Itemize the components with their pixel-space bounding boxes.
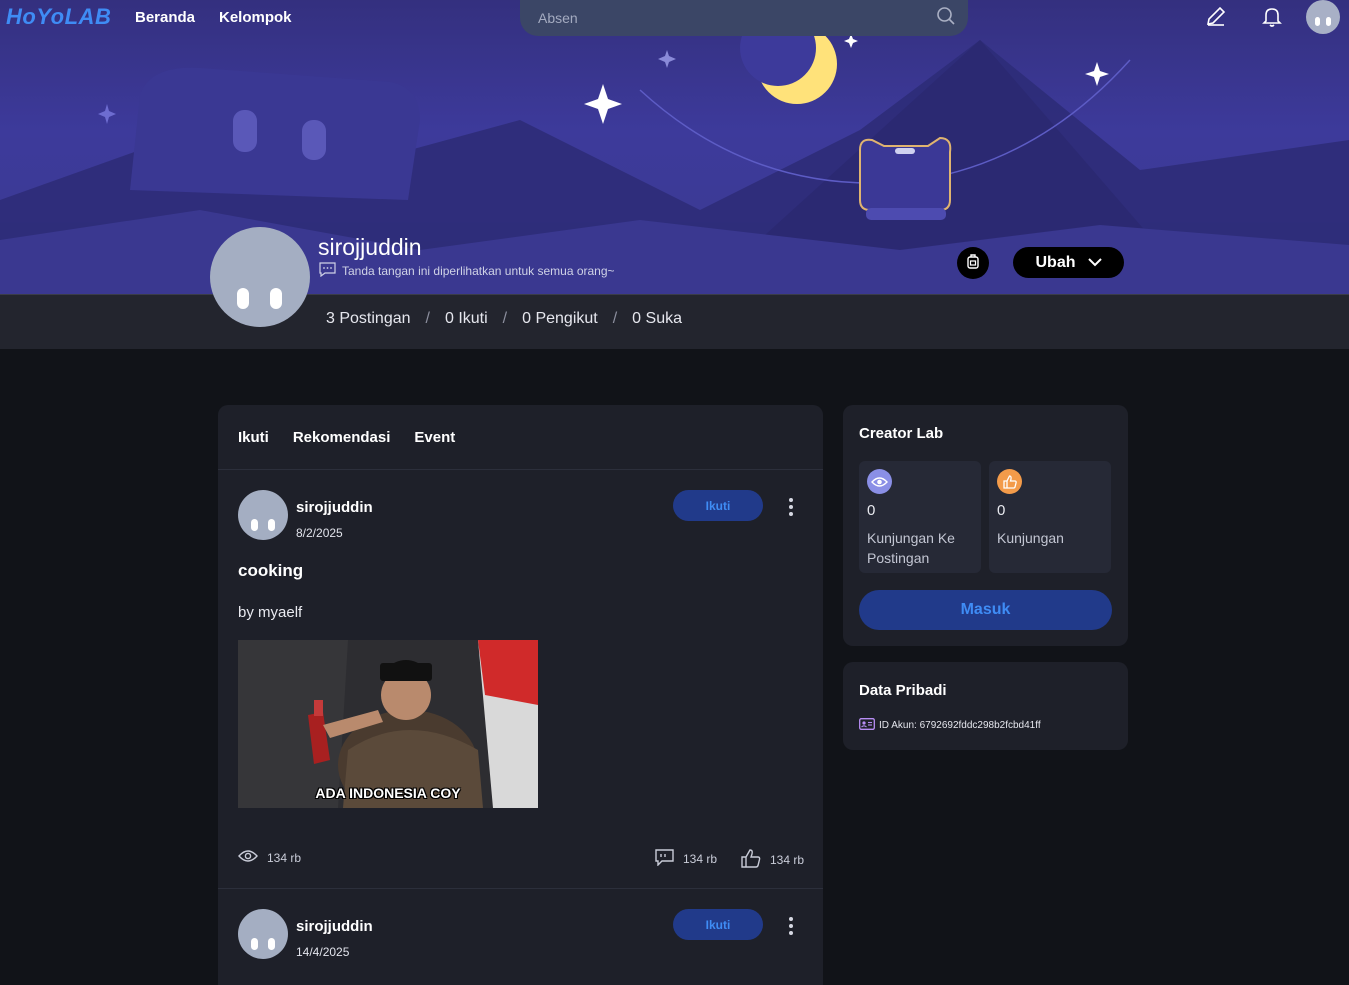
account-id: ID Akun: 6792692fddc298b2fcbd41ff xyxy=(859,718,1041,733)
profile-avatar xyxy=(210,227,310,327)
post-visits-label: Kunjungan Ke Postingan xyxy=(867,530,955,566)
personal-data-card: Data Pribadi ID Akun: 6792692fddc298b2fc… xyxy=(843,662,1128,750)
search-icon[interactable] xyxy=(936,6,956,31)
profile-banner xyxy=(0,0,1349,294)
post-avatar[interactable] xyxy=(238,909,288,959)
eye-icon xyxy=(238,849,258,866)
post-title[interactable]: cooking xyxy=(238,561,303,581)
follow-button[interactable]: Ikuti xyxy=(673,909,763,940)
post-username[interactable]: sirojjuddin xyxy=(296,918,373,935)
nav-link-kelompok[interactable]: Kelompok xyxy=(219,9,292,26)
divider xyxy=(218,469,823,470)
stat-followers[interactable]: 0 Pengikut xyxy=(522,310,598,328)
divider xyxy=(218,888,823,889)
backpack-button[interactable] xyxy=(957,247,989,279)
post-date: 14/4/2025 xyxy=(296,945,350,959)
avatar-eye xyxy=(251,938,258,950)
avatar-eye xyxy=(237,288,249,309)
eye-icon xyxy=(867,469,892,494)
visits-label: Kunjungan xyxy=(997,530,1064,546)
tab-ikuti[interactable]: Ikuti xyxy=(238,429,269,446)
edit-label: Ubah xyxy=(1035,253,1076,271)
meme-illustration xyxy=(238,640,538,808)
stat-separator: / xyxy=(612,310,618,327)
stat-separator: / xyxy=(502,310,508,327)
search-input[interactable] xyxy=(536,7,920,29)
avatar-eye xyxy=(270,288,282,309)
visits-value: 0 xyxy=(997,502,1006,519)
feed-tabs: Ikuti Rekomendasi Event xyxy=(238,429,455,446)
creator-lab-card: Creator Lab 0 Kunjungan Ke Postingan 0 K… xyxy=(843,405,1128,646)
account-id-text[interactable]: ID Akun: 6792692fddc298b2fcbd41ff xyxy=(879,720,1041,731)
comment-icon xyxy=(655,849,674,869)
user-avatar[interactable] xyxy=(1306,0,1340,34)
post-feed: Ikuti Rekomendasi Event sirojjuddin 8/2/… xyxy=(218,405,823,985)
id-card-icon xyxy=(859,718,875,733)
more-options-icon[interactable] xyxy=(786,915,796,937)
post-comments[interactable]: 134 rb xyxy=(655,849,717,869)
meme-caption: ADA INDONESIA COY xyxy=(315,785,461,801)
banner-illustration xyxy=(0,10,1349,294)
post-date: 8/2/2025 xyxy=(296,526,343,540)
profile-signature: Tanda tangan ini diperlihatkan untuk sem… xyxy=(319,262,615,280)
login-button[interactable]: Masuk xyxy=(859,590,1112,630)
comments-count: 134 rb xyxy=(683,852,718,866)
thumb-icon xyxy=(997,469,1022,494)
post-avatar[interactable] xyxy=(238,490,288,540)
chevron-down-icon xyxy=(1087,254,1102,272)
post-image[interactable]: ADA INDONESIA COY xyxy=(238,640,538,808)
edit-profile-button[interactable]: Ubah xyxy=(1013,247,1124,278)
avatar-eye xyxy=(1315,17,1320,26)
avatar-eye xyxy=(268,938,275,950)
avatar-eye xyxy=(1326,17,1331,26)
avatar-eye xyxy=(251,519,258,531)
pencil-icon[interactable] xyxy=(1204,4,1228,33)
tab-rekomendasi[interactable]: Rekomendasi xyxy=(293,429,391,446)
comment-icon xyxy=(319,262,336,280)
profile-stats: 3 Postingan / 0 Ikuti / 0 Pengikut / 0 S… xyxy=(326,310,682,328)
views-count: 134 rb xyxy=(267,850,302,865)
post-visits-value: 0 xyxy=(867,502,876,519)
stat-separator: / xyxy=(425,310,430,327)
hoyolab-logo[interactable]: HoYoLAB xyxy=(6,4,111,30)
visits-stat: 0 Kunjungan xyxy=(989,461,1111,573)
backpack-icon xyxy=(965,253,981,274)
likes-count: 134 rb xyxy=(770,853,805,867)
thumb-up-icon xyxy=(741,849,761,871)
stat-likes[interactable]: 0 Suka xyxy=(632,310,682,328)
personal-data-title: Data Pribadi xyxy=(859,682,947,699)
follow-button[interactable]: Ikuti xyxy=(673,490,763,521)
post-views: 134 rb xyxy=(238,849,301,866)
search-bar xyxy=(520,0,968,36)
avatar-eye xyxy=(268,519,275,531)
top-navigation: HoYoLAB Beranda Kelompok xyxy=(0,0,1349,36)
creator-lab-title: Creator Lab xyxy=(859,425,944,442)
more-options-icon[interactable] xyxy=(786,496,796,518)
post-body: by myaelf xyxy=(238,604,303,621)
post-username[interactable]: sirojjuddin xyxy=(296,499,373,516)
post-visits-stat: 0 Kunjungan Ke Postingan xyxy=(859,461,981,573)
tab-event[interactable]: Event xyxy=(414,429,455,446)
profile-username: sirojjuddin xyxy=(318,234,422,260)
nav-link-beranda[interactable]: Beranda xyxy=(135,9,195,26)
signature-text: Tanda tangan ini diperlihatkan untuk sem… xyxy=(342,264,615,278)
stat-posts[interactable]: 3 Postingan xyxy=(326,310,411,328)
bell-icon[interactable] xyxy=(1260,4,1284,33)
post-likes[interactable]: 134 rb xyxy=(741,849,804,871)
stat-following[interactable]: 0 Ikuti xyxy=(445,310,488,328)
